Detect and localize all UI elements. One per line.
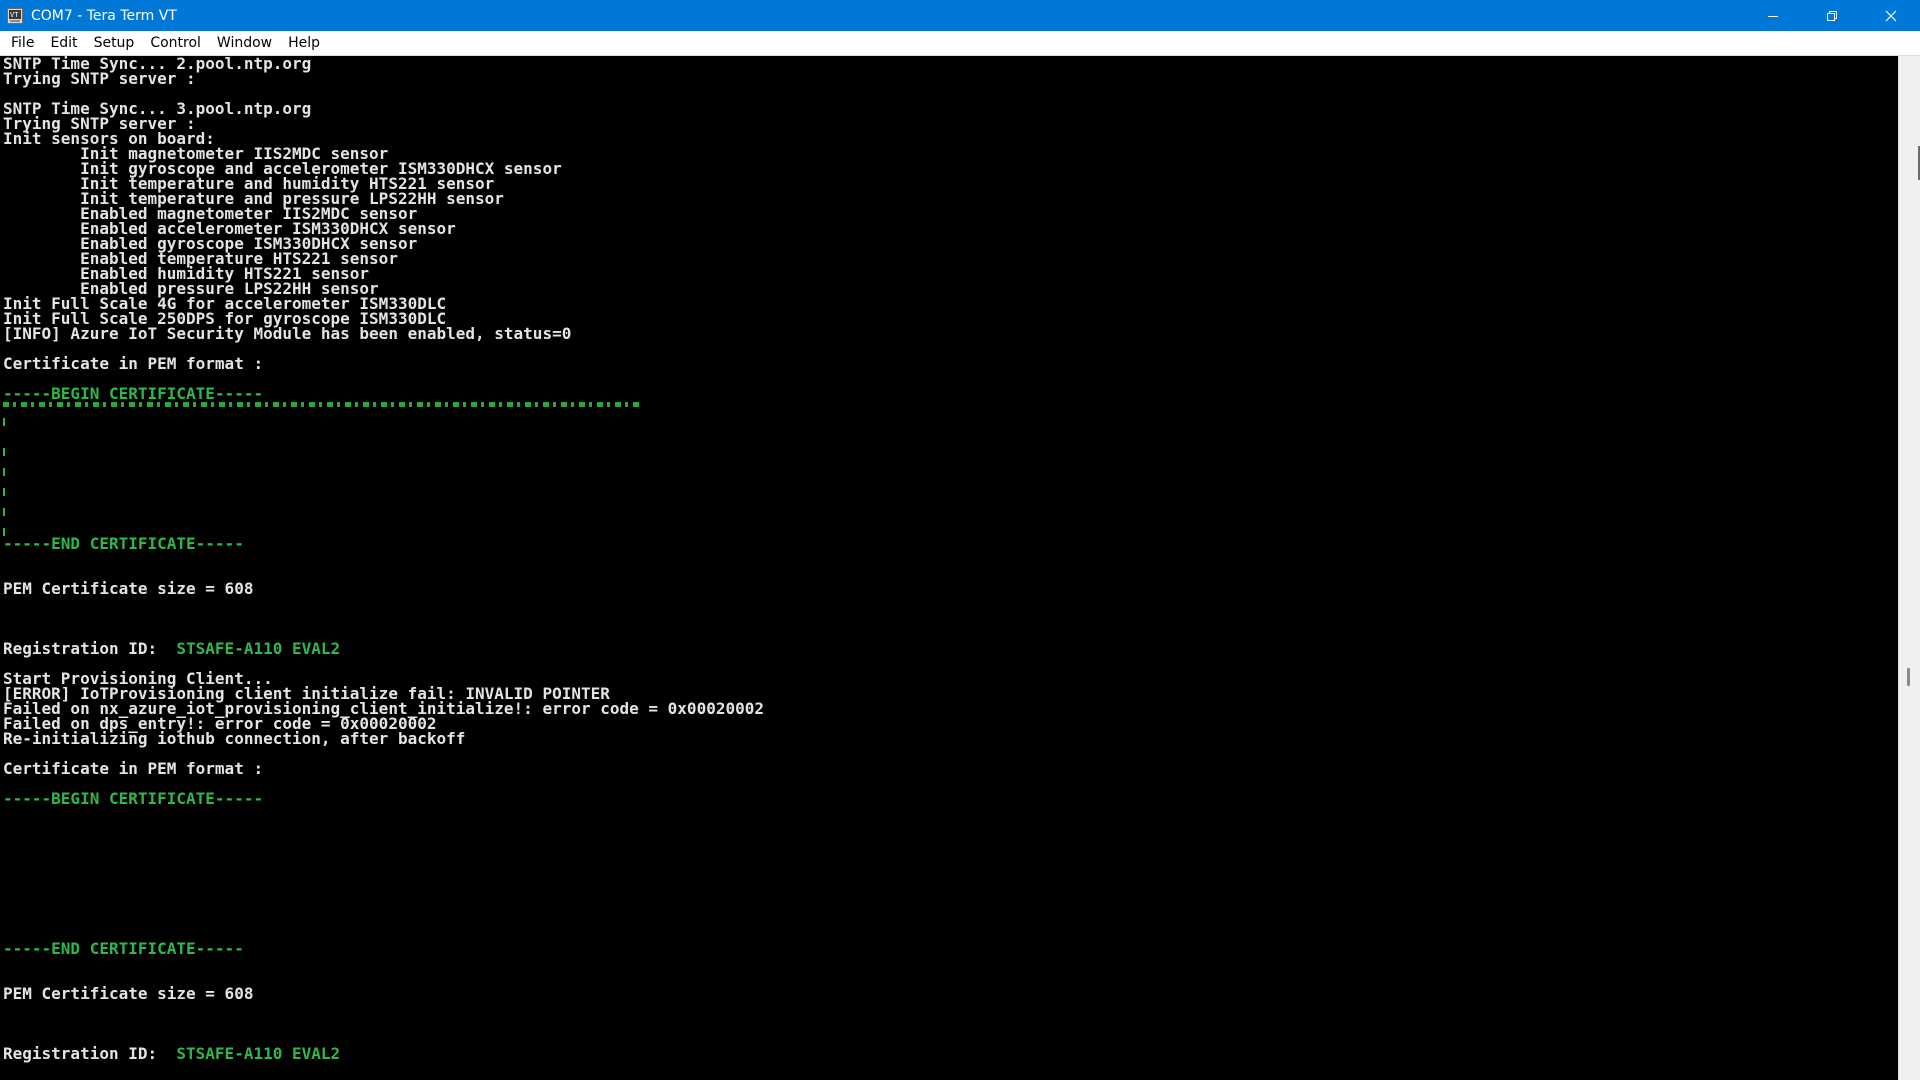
terminal-line-text: -----END CERTIFICATE-----	[3, 534, 244, 553]
terminal-line-text: -----END CERTIFICATE-----	[3, 939, 244, 958]
green-tick-mark	[3, 528, 5, 536]
registration-id-value: STSAFE-A110 EVAL2	[176, 1044, 341, 1063]
garbled-certificate-line	[3, 402, 643, 407]
tera-term-app-icon: VT	[7, 7, 23, 24]
terminal-line: Certificate in PEM format :	[3, 354, 764, 373]
window-title: COM7 - Tera Term VT	[31, 7, 177, 24]
menu-window[interactable]: Window	[209, 31, 280, 55]
menu-help[interactable]: Help	[280, 31, 328, 55]
menu-bar: File Edit Setup Control Window Help	[0, 31, 1920, 56]
terminal-line: Registration ID: STSAFE-A110 EVAL2	[3, 1044, 764, 1063]
registration-id-value: STSAFE-A110 EVAL2	[176, 639, 341, 658]
terminal-line-text: -----BEGIN CERTIFICATE-----	[3, 789, 264, 808]
terminal-line-text: Certificate in PEM format :	[3, 759, 264, 778]
terminal-line: Certificate in PEM format :	[3, 759, 764, 778]
restore-icon	[1826, 10, 1837, 21]
terminal-line: Re-initializing iothub connection, after…	[3, 729, 764, 748]
svg-text:VT: VT	[10, 11, 19, 19]
green-tick-mark	[3, 508, 5, 516]
title-bar[interactable]: VT COM7 - Tera Term VT	[0, 0, 1920, 31]
green-tick-mark	[3, 418, 5, 426]
minimize-button[interactable]	[1743, 0, 1802, 31]
green-tick-mark	[3, 448, 5, 456]
terminal-line: Trying SNTP server :	[3, 69, 764, 88]
window-controls	[1743, 0, 1920, 31]
terminal-output: SNTP Time Sync... 2.pool.ntp.org Trying S…	[3, 56, 764, 1063]
terminal-line: Registration ID: STSAFE-A110 EVAL2	[3, 639, 764, 658]
terminal-line: [INFO] Azure IoT Security Module has bee…	[3, 324, 764, 343]
terminal-line: -----END CERTIFICATE-----	[3, 534, 764, 553]
terminal-line: -----BEGIN CERTIFICATE-----	[3, 384, 764, 403]
scrollbar-track[interactable]	[1899, 56, 1920, 1080]
menu-edit[interactable]: Edit	[42, 31, 85, 55]
terminal-line-text: PEM Certificate size = 608	[3, 579, 254, 598]
garbled-glyphs	[3, 402, 643, 407]
menu-control[interactable]: Control	[142, 31, 209, 55]
terminal-line-text: Trying SNTP server :	[3, 69, 196, 88]
terminal-line-text: [INFO] Azure IoT Security Module has bee…	[3, 324, 572, 343]
terminal-line-text: Registration ID:	[3, 639, 177, 658]
close-icon	[1885, 10, 1896, 21]
restore-button[interactable]	[1802, 0, 1861, 31]
minimize-icon	[1767, 15, 1778, 17]
green-tick-mark	[3, 488, 5, 496]
terminal-line: PEM Certificate size = 608	[3, 984, 764, 1003]
terminal-line-text: Re-initializing iothub connection, after…	[3, 729, 466, 748]
green-tick-mark	[3, 468, 5, 476]
terminal-line-text: Certificate in PEM format :	[3, 354, 264, 373]
terminal-line-text: -----BEGIN CERTIFICATE-----	[3, 384, 264, 403]
terminal-line: PEM Certificate size = 608	[3, 579, 764, 598]
terminal-area[interactable]: SNTP Time Sync... 2.pool.ntp.org Trying S…	[0, 56, 1899, 1080]
vertical-scrollbar[interactable]	[1898, 56, 1920, 1080]
terminal-line-text: PEM Certificate size = 608	[3, 984, 254, 1003]
menu-file[interactable]: File	[0, 31, 42, 55]
menu-setup[interactable]: Setup	[86, 31, 143, 55]
terminal-line: -----END CERTIFICATE-----	[3, 939, 764, 958]
scrollbar-thumb[interactable]	[1907, 668, 1910, 686]
terminal-line: -----BEGIN CERTIFICATE-----	[3, 789, 764, 808]
terminal-line-text: Registration ID:	[3, 1044, 177, 1063]
close-button[interactable]	[1861, 0, 1920, 31]
